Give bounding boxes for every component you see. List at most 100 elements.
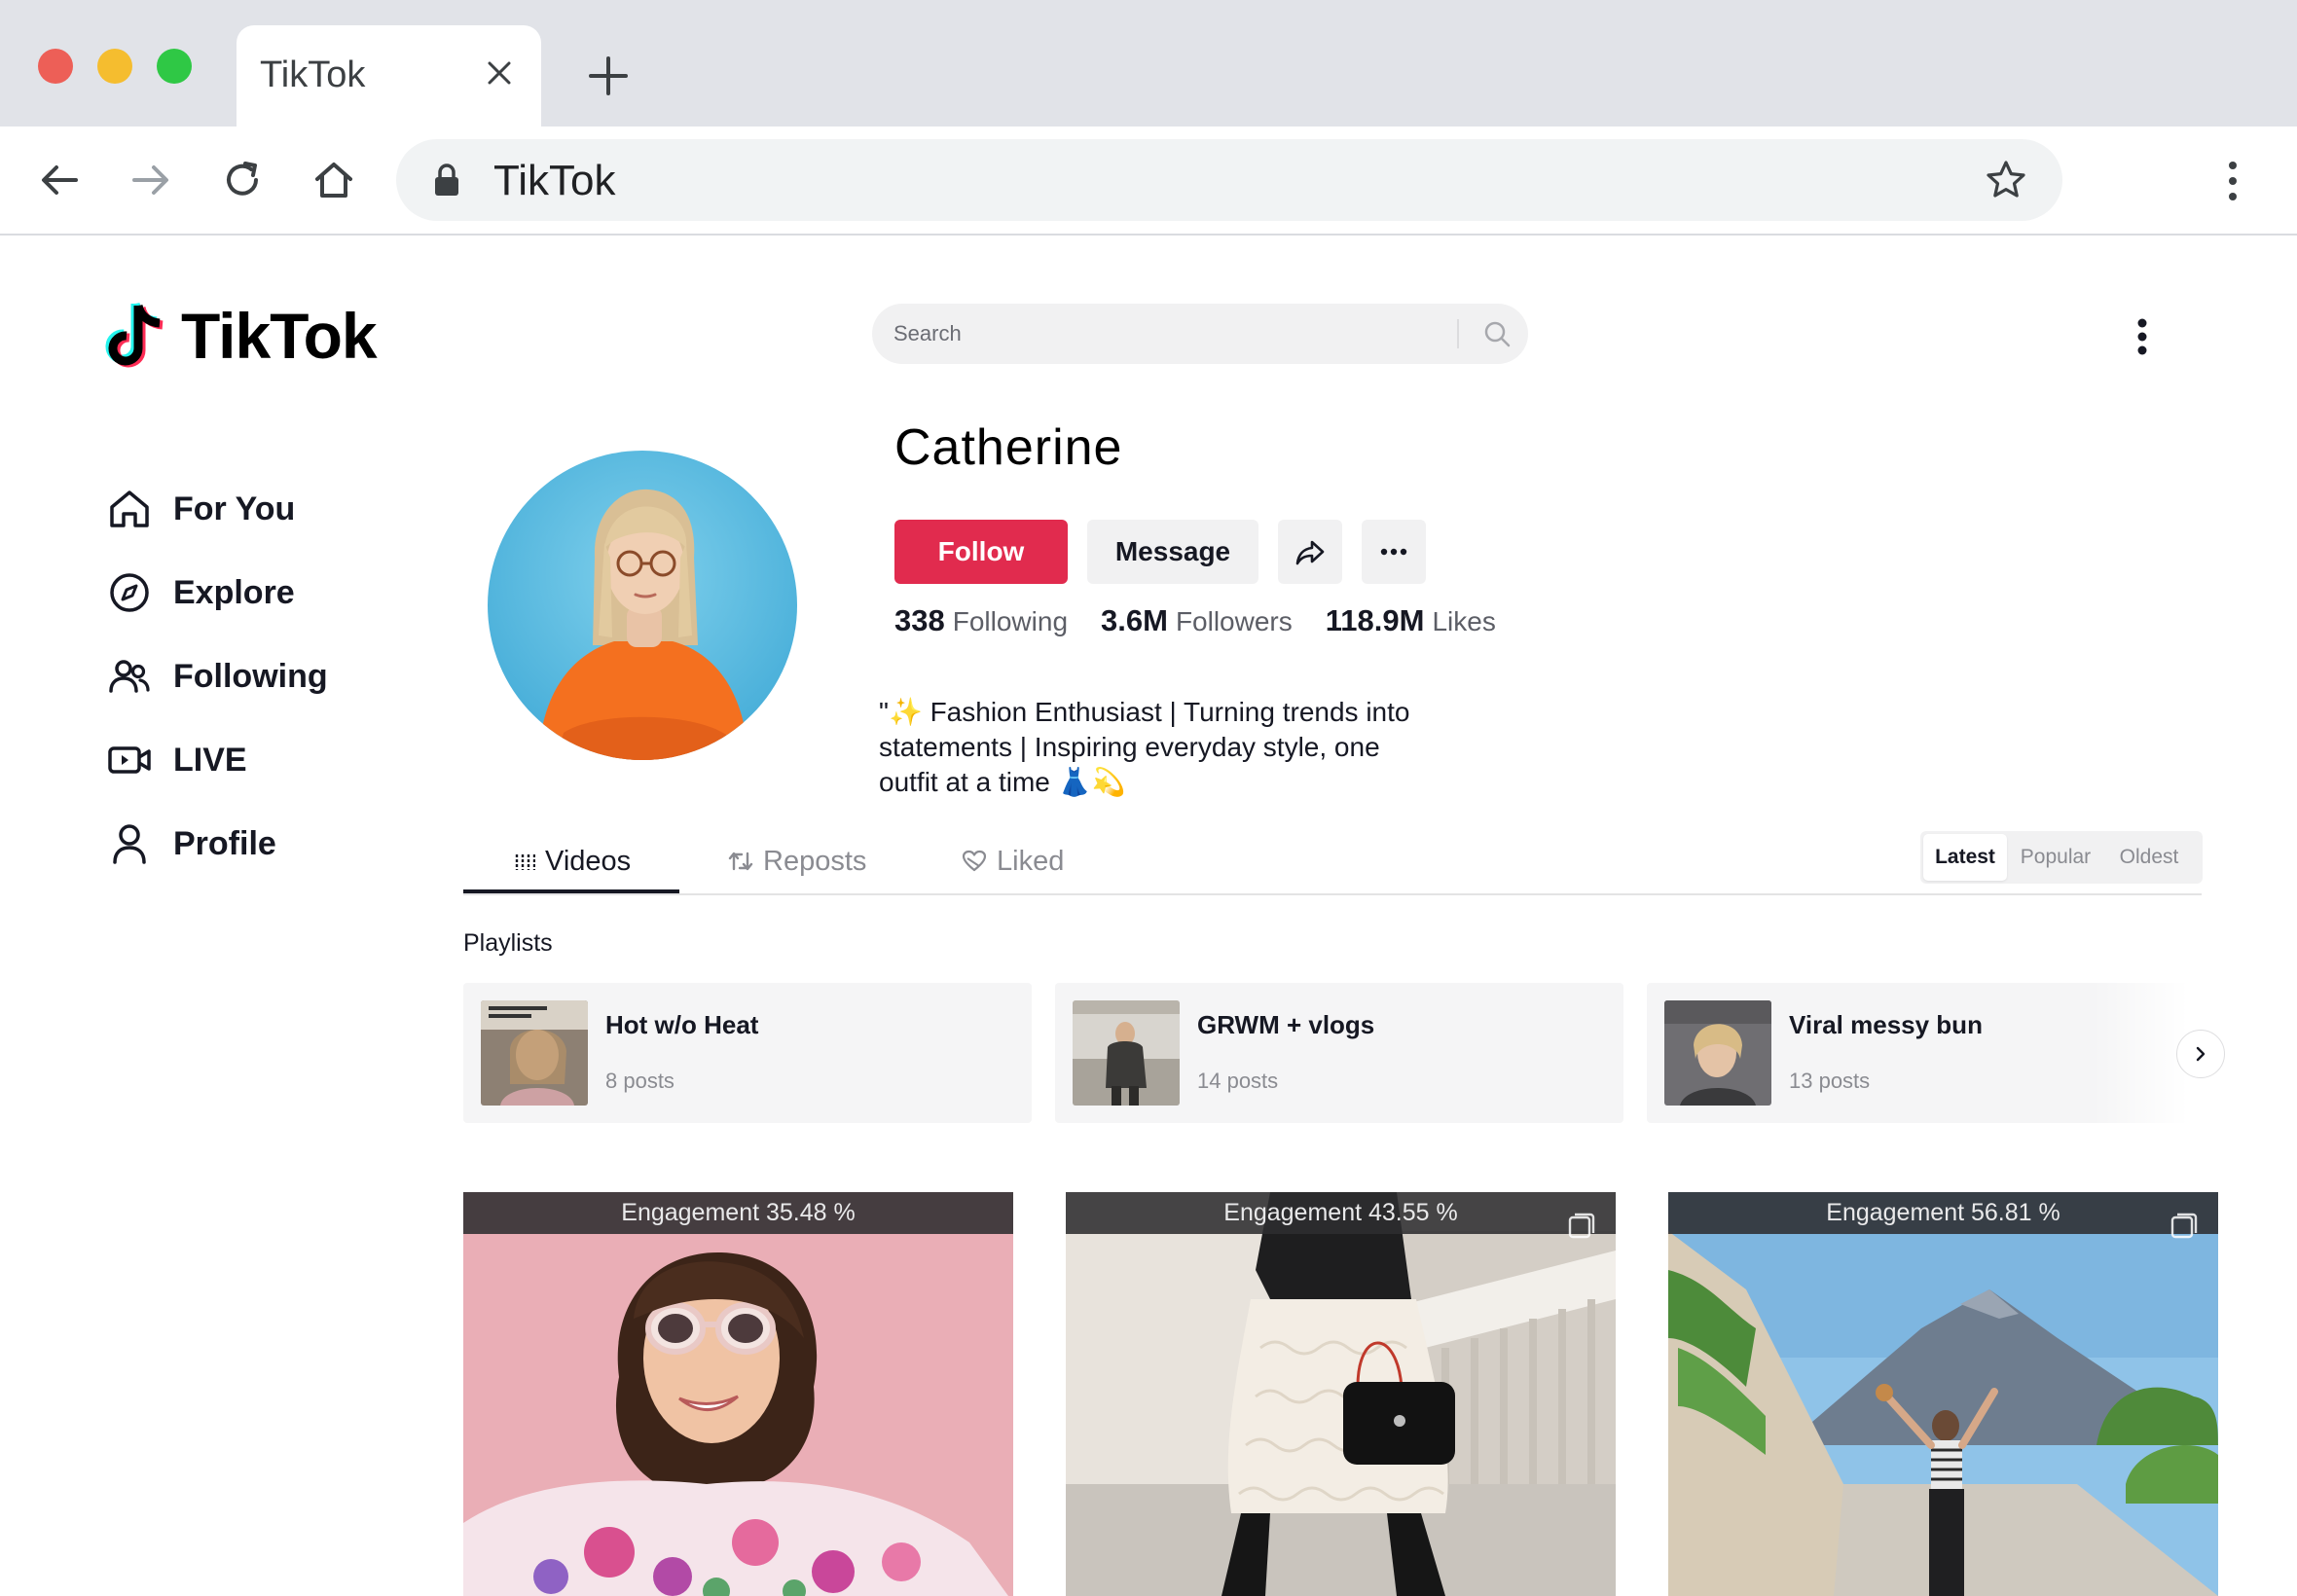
profile-name: Catherine	[894, 419, 1123, 476]
reload-icon[interactable]	[220, 158, 265, 202]
engagement-label: Engagement 43.55 %	[1066, 1192, 1616, 1234]
new-tab-icon[interactable]	[587, 54, 630, 97]
avatar-photo	[488, 451, 797, 760]
profile-stats: 338 Following 3.6M Followers 118.9M Likes	[894, 603, 1496, 638]
engagement-label: Engagement 56.81 %	[1668, 1192, 2218, 1234]
repost-icon	[728, 852, 753, 871]
sort-popular[interactable]: Popular	[2007, 834, 2104, 881]
more-actions-button[interactable]	[1362, 520, 1426, 584]
tab-reposts[interactable]: Reposts	[728, 827, 866, 895]
search-button[interactable]	[1466, 304, 1528, 364]
compass-icon	[110, 573, 149, 612]
playlist-count: 13 posts	[1789, 1069, 1871, 1093]
stat-value: 338	[894, 603, 945, 637]
tiktok-logo[interactable]: TikTok	[105, 297, 378, 375]
stat-followers[interactable]: 3.6M Followers	[1101, 603, 1293, 638]
active-tab-indicator	[463, 889, 679, 893]
sort-oldest[interactable]: Oldest	[2104, 834, 2194, 881]
browser-tab[interactable]: TikTok	[237, 25, 541, 127]
video-thumbnail	[1668, 1192, 2218, 1596]
live-icon	[108, 746, 151, 774]
stat-value: 3.6M	[1101, 603, 1168, 637]
tiktok-wordmark: TikTok	[181, 300, 378, 372]
tab-label: Reposts	[763, 845, 867, 877]
chevron-right-icon	[2196, 1046, 2206, 1062]
video-thumbnail	[463, 1192, 1013, 1596]
sidebar-item-following[interactable]: Following	[107, 635, 328, 718]
video-thumbnail	[1066, 1192, 1616, 1596]
tiktok-note-icon	[105, 302, 164, 368]
multi-photo-icon	[2170, 1213, 2198, 1239]
address-bar[interactable]: TikTok	[396, 139, 2062, 221]
sidebar-item-live[interactable]: LIVE	[107, 718, 328, 802]
search-bar	[872, 304, 1528, 364]
playlist-card[interactable]: Hot w/o Heat 8 posts	[463, 983, 1032, 1123]
sidebar-item-profile[interactable]: Profile	[107, 802, 328, 886]
multi-photo-icon	[1568, 1213, 1595, 1239]
playlist-count: 14 posts	[1197, 1069, 1279, 1093]
search-icon	[1484, 321, 1511, 347]
sidebar-item-label: Following	[173, 657, 328, 695]
browser-menu-icon[interactable]	[2225, 160, 2241, 202]
search-divider	[1457, 319, 1459, 348]
sort-latest[interactable]: Latest	[1923, 834, 2007, 881]
sidebar-item-label: LIVE	[173, 741, 247, 779]
avatar	[488, 451, 797, 760]
close-icon[interactable]	[485, 58, 514, 88]
tab-videos[interactable]: Videos	[514, 827, 631, 895]
address-text: TikTok	[493, 157, 616, 204]
stat-label: Likes	[1432, 606, 1496, 636]
stat-value: 118.9M	[1325, 603, 1425, 637]
video-card[interactable]: Engagement 56.81 %	[1668, 1192, 2218, 1596]
playlist-thumbnail	[1664, 1000, 1771, 1106]
video-card[interactable]: Engagement 43.55 %	[1066, 1192, 1616, 1596]
tab-liked[interactable]: Liked	[962, 827, 1064, 895]
window-close-button[interactable]	[38, 49, 73, 84]
stat-following[interactable]: 338 Following	[894, 603, 1068, 638]
sidebar-item-label: Profile	[173, 824, 276, 862]
user-icon	[113, 824, 146, 864]
share-button[interactable]	[1278, 520, 1342, 584]
playlist-count: 8 posts	[605, 1069, 675, 1093]
sidebar-item-label: Explore	[173, 573, 295, 611]
playlist-title: Viral messy bun	[1789, 1010, 1983, 1039]
playlist-next-button[interactable]	[2176, 1030, 2225, 1078]
window-minimize-button[interactable]	[97, 49, 132, 84]
window-maximize-button[interactable]	[157, 49, 192, 84]
users-icon	[109, 660, 150, 693]
playlist-thumbnail	[481, 1000, 588, 1106]
search-input[interactable]	[893, 304, 1439, 364]
sidebar-item-explore[interactable]: Explore	[107, 551, 328, 635]
lock-icon	[435, 163, 458, 196]
message-button[interactable]: Message	[1087, 520, 1258, 584]
video-card[interactable]: Engagement 35.48 %	[463, 1192, 1013, 1596]
heart-icon	[962, 850, 987, 872]
sort-toggle: Latest Popular Oldest	[1920, 831, 2203, 884]
stat-label: Following	[952, 606, 1069, 636]
back-arrow-icon[interactable]	[37, 158, 82, 202]
engagement-label: Engagement 35.48 %	[463, 1192, 1013, 1234]
playlist-title: GRWM + vlogs	[1197, 1010, 1375, 1039]
playlist-thumbnail	[1073, 1000, 1180, 1106]
home-icon[interactable]	[311, 158, 356, 202]
stat-label: Followers	[1175, 606, 1293, 636]
sidebar-item-for-you[interactable]: For You	[107, 467, 328, 551]
forward-arrow-icon[interactable]	[128, 158, 173, 202]
home-icon	[110, 490, 149, 527]
grid-icon	[515, 854, 535, 870]
playlist-title: Hot w/o Heat	[605, 1010, 759, 1039]
tab-label: Liked	[997, 845, 1065, 877]
browser-toolbar: TikTok	[0, 127, 2297, 236]
more-options-icon[interactable]	[2134, 317, 2150, 356]
browser-tabstrip: TikTok	[0, 0, 2297, 127]
ellipsis-icon	[1380, 548, 1407, 556]
profile-actions: Follow Message	[894, 520, 1426, 584]
profile-bio: "✨ Fashion Enthusiast | Turning trends i…	[879, 697, 1410, 797]
playlist-card[interactable]: GRWM + vlogs 14 posts	[1055, 983, 1623, 1123]
sidebar-nav: For You Explore Following LIVE Profile	[107, 467, 328, 886]
follow-button[interactable]: Follow	[894, 520, 1068, 584]
browser-tab-title: TikTok	[260, 54, 366, 95]
bookmark-star-icon[interactable]	[1985, 159, 2027, 201]
share-icon	[1295, 540, 1325, 565]
sidebar-item-label: For You	[173, 490, 296, 527]
